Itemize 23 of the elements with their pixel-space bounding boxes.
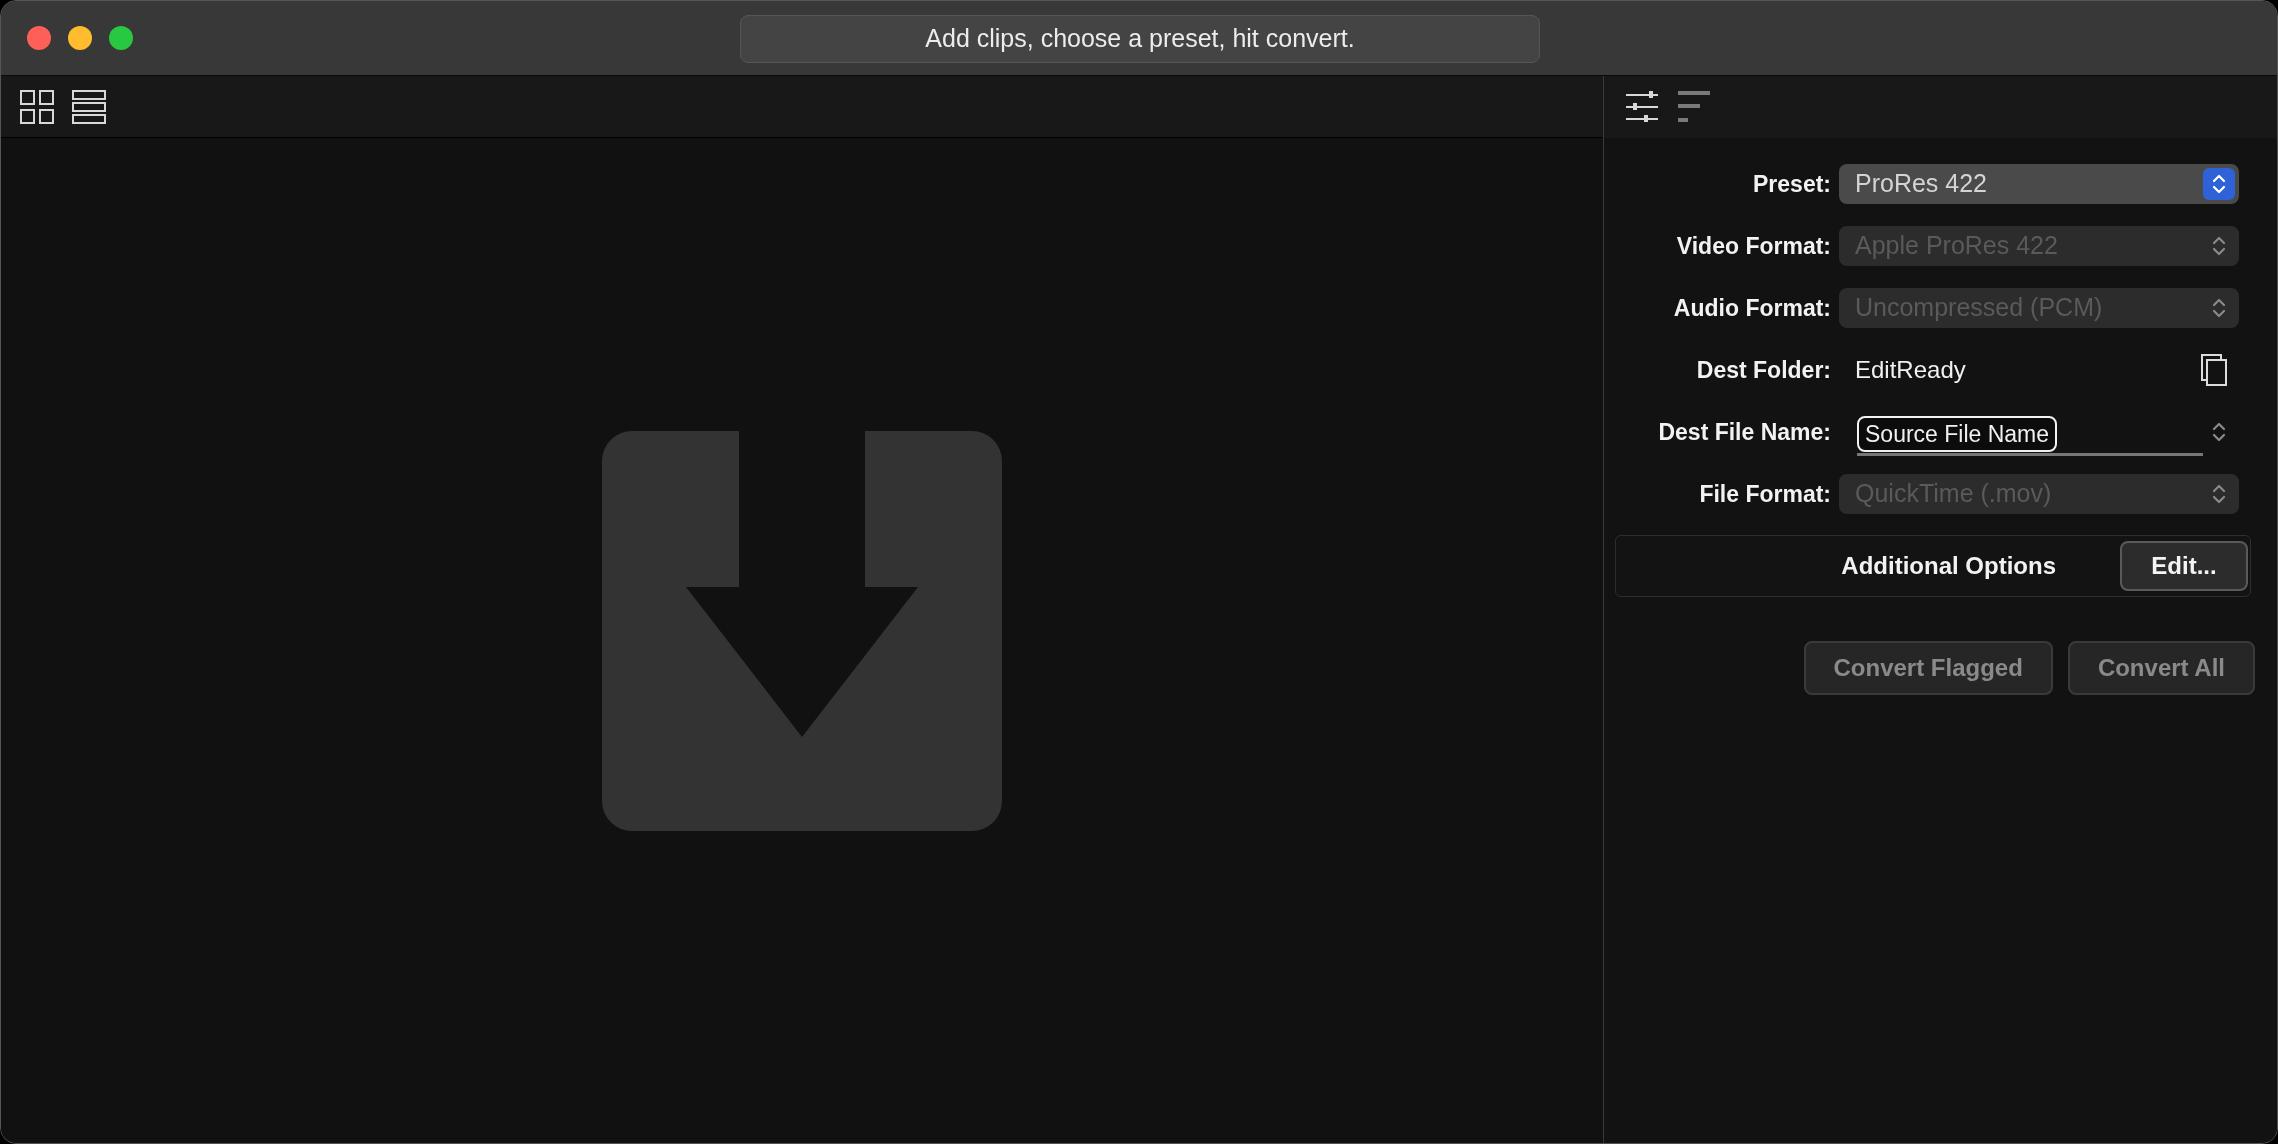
list-view-icon[interactable]	[72, 89, 106, 124]
setting-label: Dest File Name:	[1657, 417, 1832, 447]
zoom-button[interactable]	[109, 26, 133, 50]
minimize-button[interactable]	[68, 26, 92, 50]
grid-view-icon[interactable]	[20, 89, 54, 124]
setting-label: Preset:	[1752, 169, 1832, 199]
file-name-token[interactable]: Source File Name	[1857, 416, 2058, 452]
stepper-icon	[2203, 168, 2235, 200]
sort-lines-icon[interactable]	[1677, 90, 1711, 124]
folder-path: EditReady	[1855, 355, 1966, 385]
setting-label: Video Format:	[1675, 231, 1832, 261]
popup-button[interactable]: ProRes 422	[1839, 164, 2239, 204]
close-button[interactable]	[27, 26, 51, 50]
drop-download-icon	[602, 430, 1002, 831]
setting-label: File Format:	[1698, 479, 1832, 509]
sliders-icon[interactable]	[1625, 90, 1659, 124]
status-field: Add clips, choose a preset, hit convert.	[740, 15, 1540, 63]
edit-button[interactable]: Edit...	[2120, 541, 2248, 591]
file-name-field[interactable]: Source File Name	[1857, 416, 2203, 456]
copy-icon[interactable]	[2201, 354, 2227, 386]
setting-label: Dest Folder:	[1695, 355, 1832, 385]
setting-label: Audio Format:	[1672, 293, 1832, 323]
options-label: Additional Options	[1840, 551, 2056, 581]
